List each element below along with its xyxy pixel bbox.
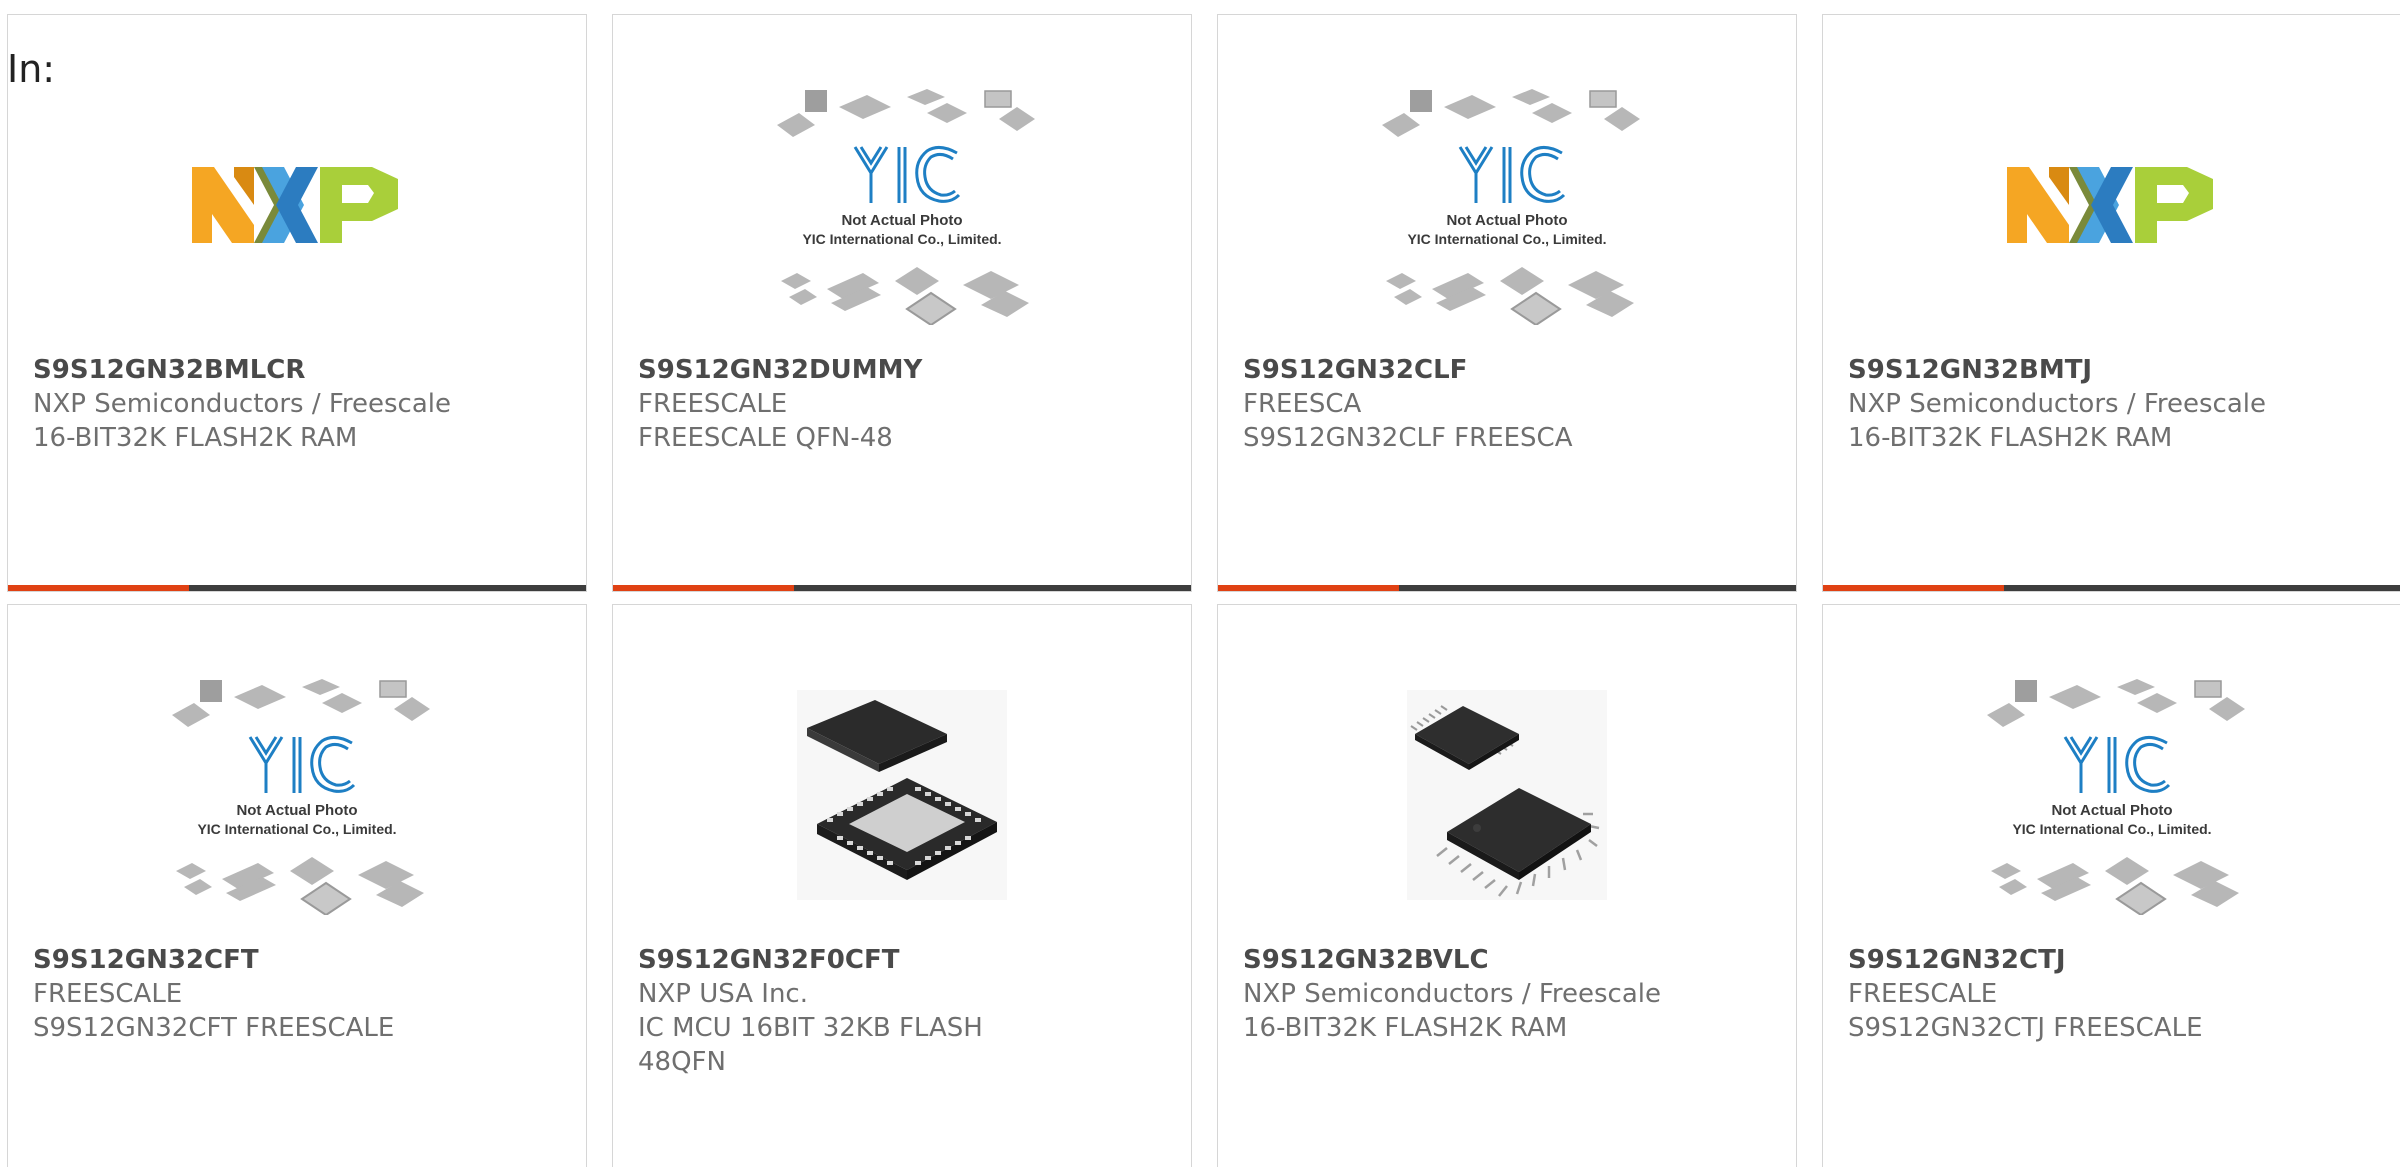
manufacturer-text: NXP USA Inc. xyxy=(638,979,808,1009)
manufacturer-text: FREESCALE xyxy=(1848,979,1998,1009)
in-label: In: xyxy=(7,47,56,91)
product-image[interactable] xyxy=(613,645,1191,945)
product-image[interactable] xyxy=(8,55,586,355)
part-number-link[interactable]: S9S12GN32BVLC xyxy=(1243,943,1776,977)
card-bottom-bar xyxy=(613,585,1191,591)
caption-line1: Not Actual Photo xyxy=(236,802,357,819)
manufacturer-text: NXP Semiconductors / Freescale xyxy=(33,389,452,419)
card-bar-accent xyxy=(613,585,794,591)
part-number-link[interactable]: S9S12GN32BMTJ xyxy=(1848,353,2381,387)
part-number-link[interactable]: S9S12GN32CFT xyxy=(33,943,566,977)
caption-line2: YIC International Co., Limited. xyxy=(802,231,1001,247)
part-number-link[interactable]: S9S12GN32BMLCR xyxy=(33,353,566,387)
product-card[interactable]: S9S12GN32BVLC NXP Semiconductors / Frees… xyxy=(1217,604,1797,1167)
product-image[interactable]: Not Actual Photo YIC International Co., … xyxy=(8,645,586,945)
manufacturer-text: FREESCALE xyxy=(638,389,788,419)
yic-placeholder-icon: Not Actual Photo YIC International Co., … xyxy=(777,89,1035,325)
card-bar-accent xyxy=(8,585,189,591)
product-image[interactable] xyxy=(1823,55,2400,355)
manufacturer-text: FREESCALE xyxy=(33,979,183,1009)
caption-line1: Not Actual Photo xyxy=(1446,212,1567,229)
manufacturer-text: FREESCA xyxy=(1243,389,1362,419)
product-card[interactable]: Not Actual Photo YIC International Co., … xyxy=(1217,14,1797,592)
product-card[interactable]: S9S12GN32BMTJ NXP Semiconductors / Frees… xyxy=(1822,14,2400,592)
part-number-link[interactable]: S9S12GN32F0CFT xyxy=(638,943,1171,977)
product-card[interactable]: Not Actual Photo YIC International Co., … xyxy=(7,604,587,1167)
card-bar-accent xyxy=(1218,585,1399,591)
card-bottom-bar xyxy=(8,585,586,591)
product-card[interactable]: S9S12GN32BMLCR NXP Semiconductors / Free… xyxy=(7,14,587,592)
qfn-chip-photo-icon xyxy=(797,690,1007,900)
card-bar-accent xyxy=(1823,585,2004,591)
caption-line2: YIC International Co., Limited. xyxy=(197,821,396,837)
product-image[interactable]: Not Actual Photo YIC International Co., … xyxy=(1823,645,2400,945)
card-bottom-bar xyxy=(1823,585,2400,591)
product-grid: S9S12GN32BMLCR NXP Semiconductors / Free… xyxy=(7,14,2400,1167)
caption-line1: Not Actual Photo xyxy=(2051,802,2172,819)
product-image[interactable]: Not Actual Photo YIC International Co., … xyxy=(613,55,1191,355)
part-number-link[interactable]: S9S12GN32CLF xyxy=(1243,353,1776,387)
yic-placeholder-icon: Not Actual Photo YIC International Co., … xyxy=(172,679,430,915)
description-text: 16-BIT32K FLASH2K RAM xyxy=(1243,1013,1568,1043)
search-results-page: In: S9S12GN32BMLCR NXP Semiconductors / … xyxy=(0,0,2400,1167)
caption-line2: YIC International Co., Limited. xyxy=(2012,821,2211,837)
product-card[interactable]: Not Actual Photo YIC International Co., … xyxy=(612,14,1192,592)
yic-placeholder-icon: Not Actual Photo YIC International Co., … xyxy=(1382,89,1640,325)
manufacturer-text: NXP Semiconductors / Freescale xyxy=(1848,389,2267,419)
product-card[interactable]: S9S12GN32F0CFT NXP USA Inc. IC MCU 16BIT… xyxy=(612,604,1192,1167)
product-image[interactable]: Not Actual Photo YIC International Co., … xyxy=(1218,55,1796,355)
part-number-link[interactable]: S9S12GN32DUMMY xyxy=(638,353,1171,387)
lqfp-chip-photo-icon xyxy=(1407,690,1607,900)
manufacturer-text: NXP Semiconductors / Freescale xyxy=(1243,979,1662,1009)
product-card[interactable]: Not Actual Photo YIC International Co., … xyxy=(1822,604,2400,1167)
caption-line2: YIC International Co., Limited. xyxy=(1407,231,1606,247)
description-text: S9S12GN32CFT FREESCALE xyxy=(33,1013,395,1043)
nxp-logo-icon xyxy=(192,167,398,243)
description-text: S9S12GN32CTJ FREESCALE xyxy=(1848,1013,2203,1043)
description-text: IC MCU 16BIT 32KB FLASH 48QFN xyxy=(638,1013,983,1077)
caption-line1: Not Actual Photo xyxy=(841,212,962,229)
nxp-logo-icon xyxy=(2007,167,2213,243)
description-text: S9S12GN32CLF FREESCA xyxy=(1243,423,1573,453)
card-bottom-bar xyxy=(1218,585,1796,591)
description-text: FREESCALE QFN-48 xyxy=(638,423,893,453)
description-text: 16-BIT32K FLASH2K RAM xyxy=(33,423,358,453)
description-text: 16-BIT32K FLASH2K RAM xyxy=(1848,423,2173,453)
part-number-link[interactable]: S9S12GN32CTJ xyxy=(1848,943,2381,977)
product-image[interactable] xyxy=(1218,645,1796,945)
yic-placeholder-icon: Not Actual Photo YIC International Co., … xyxy=(1987,679,2245,915)
